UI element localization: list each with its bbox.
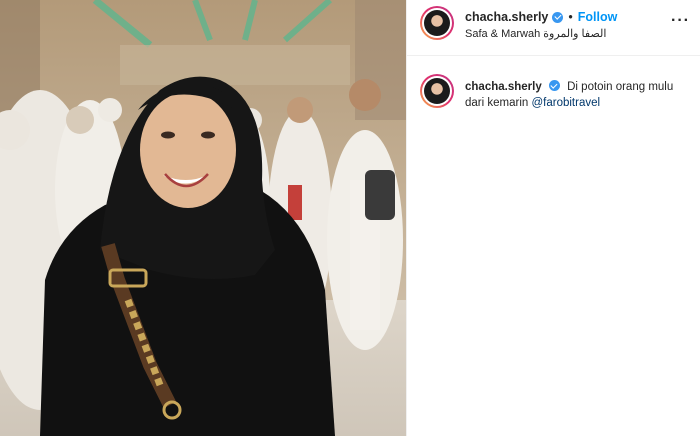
post-sidebar: chacha.sherly • Follow Safa & Marwah الص…: [406, 0, 700, 436]
verified-badge-icon: [552, 11, 564, 23]
avatar-image: [424, 78, 450, 104]
avatar-image: [424, 10, 450, 36]
mention-link[interactable]: @farobitravel: [531, 97, 600, 109]
caption-text-block: chacha.sherly Di potoin orang mulu dari …: [465, 79, 675, 111]
separator-dot: •: [568, 10, 573, 24]
avatar[interactable]: [420, 6, 454, 40]
location-link[interactable]: Safa & Marwah الصفا والمروة: [465, 27, 606, 40]
header-user-line: chacha.sherly • Follow: [465, 10, 617, 24]
more-options-icon[interactable]: ···: [671, 12, 690, 30]
caption-username-link[interactable]: chacha.sherly: [465, 81, 542, 93]
verified-badge-icon: [548, 80, 560, 91]
post-header: chacha.sherly • Follow Safa & Marwah الص…: [407, 0, 700, 56]
caption-avatar[interactable]: [420, 74, 454, 108]
post-photo[interactable]: [0, 0, 406, 436]
follow-button[interactable]: Follow: [578, 10, 618, 24]
post-photo-illustration: [0, 0, 406, 436]
username-link[interactable]: chacha.sherly: [465, 10, 548, 24]
